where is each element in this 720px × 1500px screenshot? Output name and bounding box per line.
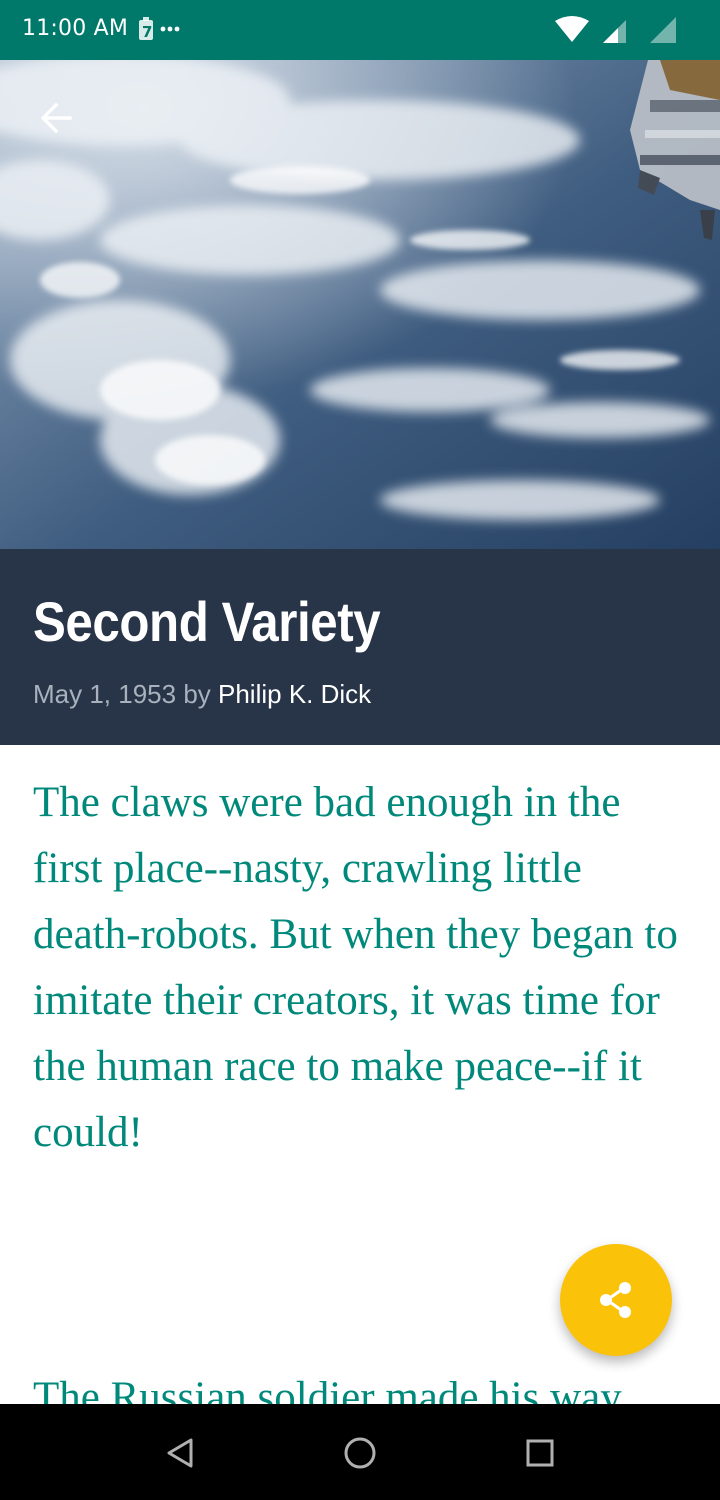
- wifi-icon: [555, 16, 589, 42]
- nav-back-button[interactable]: [155, 1428, 205, 1478]
- status-right-icons: [555, 16, 676, 43]
- article-paragraph: The Russian soldier made his way: [33, 1374, 622, 1405]
- share-button[interactable]: [560, 1244, 672, 1356]
- article-byline: May 1, 1953 by Philip K. Dick: [33, 679, 371, 710]
- system-nav-bar: [0, 1404, 720, 1500]
- back-button[interactable]: [26, 88, 86, 148]
- back-arrow-icon: [40, 102, 72, 134]
- status-bar: 11:00 AM 7: [0, 0, 720, 60]
- nav-home-button[interactable]: [335, 1428, 385, 1478]
- more-notifications-icon: [160, 26, 180, 32]
- back-triangle-icon: [167, 1438, 193, 1468]
- signal-icon: [650, 17, 676, 43]
- notification-count: 7: [142, 23, 152, 41]
- hero-image: [0, 60, 720, 549]
- status-time: 11:00 AM: [22, 16, 129, 41]
- signal-icon: [603, 20, 626, 43]
- share-icon: [600, 1282, 631, 1318]
- article-paragraph: The claws were bad enough in the first p…: [33, 779, 678, 1156]
- recents-square-icon: [526, 1439, 554, 1467]
- nav-recents-button[interactable]: [515, 1428, 565, 1478]
- earth-orbit-image: [0, 60, 720, 549]
- article-author: Philip K. Dick: [218, 679, 372, 709]
- article-header: Second Variety May 1, 1953 by Philip K. …: [0, 549, 720, 745]
- article-date: May 1, 1953 by: [33, 679, 218, 709]
- home-circle-icon: [344, 1437, 376, 1469]
- notification-icons: 7: [139, 17, 180, 41]
- article-title: Second Variety: [33, 590, 381, 653]
